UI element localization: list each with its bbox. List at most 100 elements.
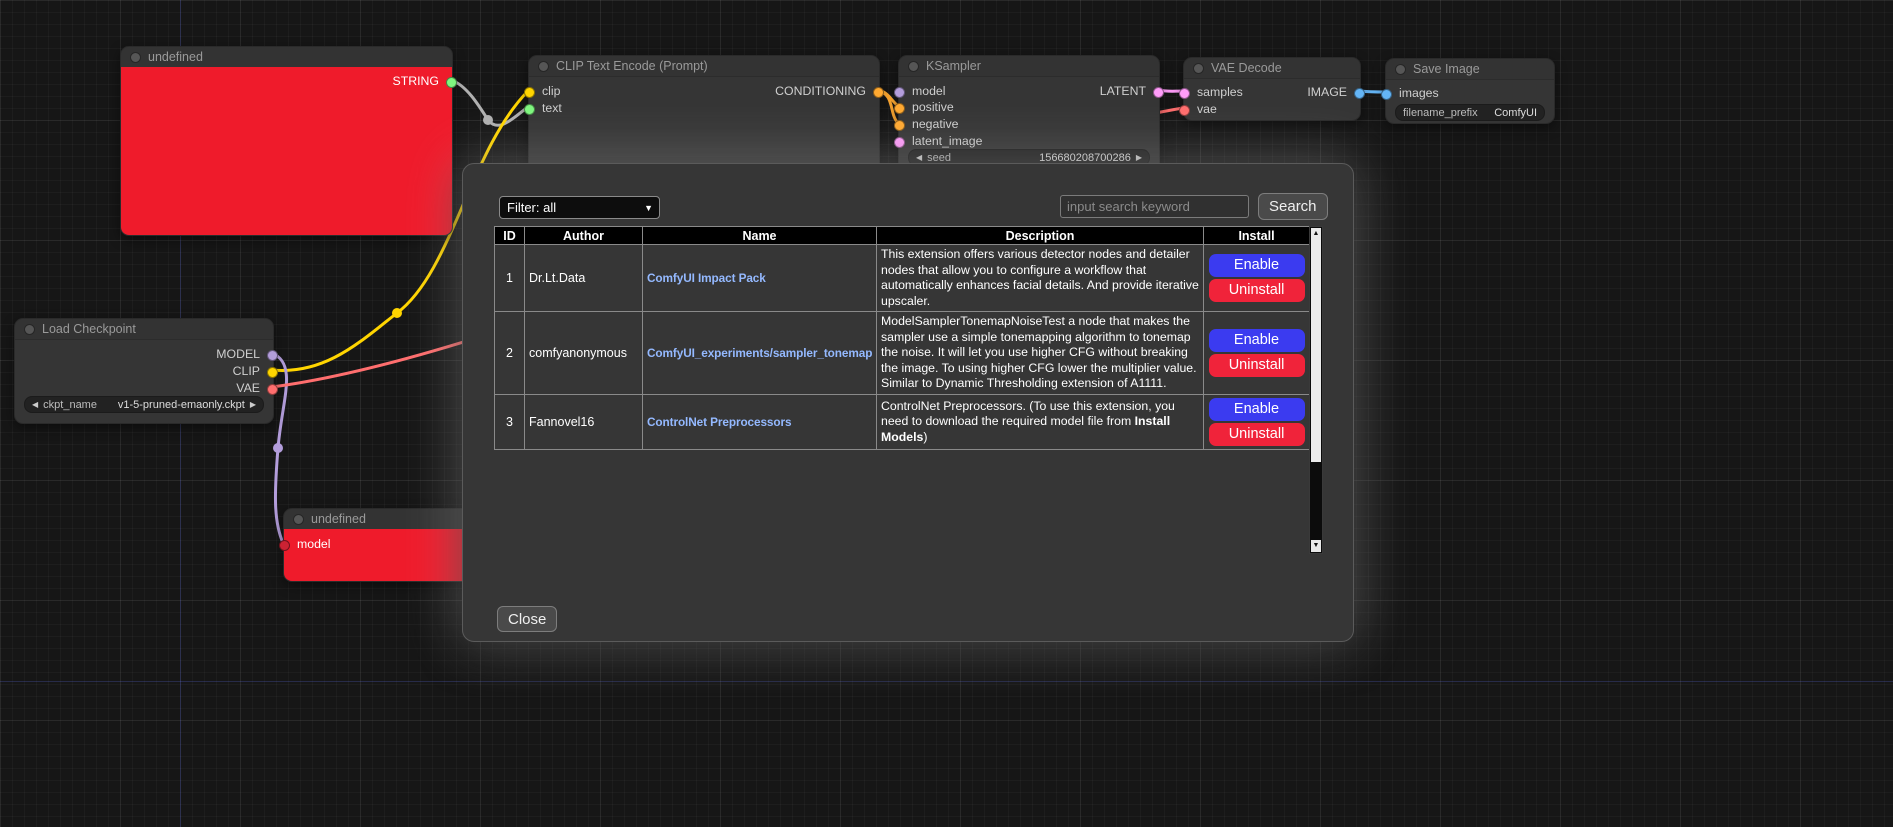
- output-dot-model[interactable]: [267, 350, 278, 361]
- cell-author: Dr.Lt.Data: [525, 245, 643, 312]
- slot-label: VAE: [236, 381, 260, 395]
- output-slot-latent: LATENT: [1100, 83, 1159, 99]
- cell-id: 1: [495, 245, 525, 312]
- input-dot-negative[interactable]: [894, 120, 905, 131]
- output-dot-image[interactable]: [1354, 88, 1365, 99]
- enable-button[interactable]: Enable: [1209, 329, 1305, 352]
- input-slot-model: model: [284, 536, 331, 552]
- input-slot-negative: negative: [899, 116, 959, 132]
- cell-name: ComfyUI Impact Pack: [643, 245, 877, 312]
- node-vae-decode[interactable]: VAE Decode samples vae IMAGE: [1183, 57, 1361, 121]
- table-scrollbar[interactable]: ▲ ▼: [1309, 226, 1323, 554]
- node-title-bar[interactable]: VAE Decode: [1184, 58, 1360, 79]
- search-input[interactable]: [1060, 195, 1249, 218]
- wire-midpoint-dot[interactable]: [392, 308, 402, 318]
- collapse-dot-icon[interactable]: [293, 514, 304, 525]
- node-save-image[interactable]: Save Image images filename_prefix ComfyU…: [1385, 58, 1555, 124]
- node-load-checkpoint[interactable]: Load Checkpoint MODEL CLIP VAE ◀ ckpt_na…: [14, 318, 274, 424]
- scroll-up-icon[interactable]: ▲: [1311, 228, 1321, 240]
- search-button[interactable]: Search: [1258, 193, 1328, 220]
- extension-link[interactable]: ComfyUI_experiments/sampler_tonemap: [647, 346, 872, 360]
- input-slot-latent-image: latent_image: [899, 133, 982, 149]
- node-undefined-top[interactable]: undefined STRING: [120, 46, 453, 236]
- node-title-bar[interactable]: Save Image: [1386, 59, 1554, 80]
- node-title-bar[interactable]: CLIP Text Encode (Prompt): [529, 56, 879, 77]
- slot-label: latent_image: [912, 134, 982, 148]
- enable-button[interactable]: Enable: [1209, 254, 1305, 277]
- output-dot-vae[interactable]: [267, 384, 278, 395]
- node-title-bar[interactable]: undefined: [121, 47, 452, 68]
- slot-label: images: [1399, 86, 1439, 100]
- canvas-origin-horizontal-line: [0, 681, 1893, 682]
- collapse-dot-icon[interactable]: [1395, 64, 1406, 75]
- previous-icon[interactable]: ◀: [32, 397, 38, 412]
- extension-link[interactable]: ComfyUI Impact Pack: [647, 271, 766, 285]
- slot-label: CLIP: [233, 364, 260, 378]
- output-dot-latent[interactable]: [1153, 87, 1164, 98]
- uninstall-button[interactable]: Uninstall: [1209, 423, 1305, 446]
- output-slot-clip: CLIP: [233, 363, 273, 379]
- slot-label: samples: [1197, 85, 1243, 99]
- input-dot-samples[interactable]: [1179, 88, 1190, 99]
- slot-label: clip: [542, 84, 560, 98]
- wire-midpoint-dot[interactable]: [483, 115, 493, 125]
- next-icon[interactable]: ▶: [250, 397, 256, 412]
- cell-description: This extension offers various detector n…: [877, 245, 1204, 312]
- cell-install: EnableUninstall: [1204, 245, 1310, 312]
- input-slot-text: text: [529, 100, 562, 116]
- collapse-dot-icon[interactable]: [538, 61, 549, 72]
- custom-nodes-manager-dialog: Filter: all ▼ Search ID Author Name Desc…: [462, 163, 1354, 642]
- input-slot-clip: clip: [529, 83, 560, 99]
- input-slot-model: model: [899, 83, 946, 99]
- uninstall-button[interactable]: Uninstall: [1209, 279, 1305, 302]
- input-dot-clip[interactable]: [524, 87, 535, 98]
- output-dot-clip[interactable]: [267, 367, 278, 378]
- input-dot-positive[interactable]: [894, 103, 905, 114]
- enable-button[interactable]: Enable: [1209, 398, 1305, 421]
- filename-prefix-widget[interactable]: filename_prefix ComfyUI: [1395, 104, 1545, 121]
- cell-install: EnableUninstall: [1204, 312, 1310, 395]
- node-title: KSampler: [926, 59, 981, 73]
- ckpt-name-widget[interactable]: ◀ ckpt_name v1-5-pruned-emaonly.ckpt ▶: [24, 396, 264, 413]
- scroll-down-icon[interactable]: ▼: [1311, 540, 1321, 552]
- node-undefined-bottom[interactable]: undefined model: [283, 508, 485, 582]
- output-dot-conditioning[interactable]: [873, 87, 884, 98]
- filter-select[interactable]: Filter: all: [499, 196, 660, 219]
- input-dot-model[interactable]: [279, 540, 290, 551]
- node-title-bar[interactable]: Load Checkpoint: [15, 319, 273, 340]
- close-button[interactable]: Close: [497, 606, 557, 632]
- node-title-bar[interactable]: KSampler: [899, 56, 1159, 77]
- filter-select-wrap: Filter: all ▼: [499, 196, 660, 219]
- widget-label: seed: [927, 152, 951, 164]
- input-dot-model[interactable]: [894, 87, 905, 98]
- node-title-bar[interactable]: undefined: [284, 509, 484, 530]
- collapse-dot-icon[interactable]: [1193, 63, 1204, 74]
- slot-label: model: [297, 537, 331, 551]
- collapse-dot-icon[interactable]: [908, 61, 919, 72]
- cell-install: EnableUninstall: [1204, 394, 1310, 450]
- scrollbar-thumb[interactable]: [1311, 240, 1321, 462]
- uninstall-button[interactable]: Uninstall: [1209, 354, 1305, 377]
- wire-midpoint-dot[interactable]: [273, 443, 283, 453]
- widget-value: 156680208700286: [1039, 152, 1131, 164]
- input-dot-text[interactable]: [524, 104, 535, 115]
- node-title: Load Checkpoint: [42, 322, 136, 336]
- slot-label: text: [542, 101, 562, 115]
- cell-id: 3: [495, 394, 525, 450]
- input-dot-vae[interactable]: [1179, 105, 1190, 116]
- cell-name: ComfyUI_experiments/sampler_tonemap: [643, 312, 877, 395]
- collapse-dot-icon[interactable]: [130, 52, 141, 63]
- slot-label: LATENT: [1100, 84, 1146, 98]
- header-name: Name: [643, 227, 877, 245]
- output-dot-string[interactable]: [446, 77, 457, 88]
- input-dot-latent-image[interactable]: [894, 137, 905, 148]
- output-slot-string: STRING: [393, 73, 452, 89]
- cell-description: ControlNet Preprocessors. (To use this e…: [877, 394, 1204, 450]
- slot-label: negative: [912, 117, 959, 131]
- extensions-table-zone: ID Author Name Description Install 1Dr.L…: [494, 226, 1323, 554]
- input-dot-images[interactable]: [1381, 89, 1392, 100]
- cell-description: ModelSamplerTonemapNoiseTest a node that…: [877, 312, 1204, 395]
- slot-label: IMAGE: [1307, 85, 1347, 99]
- extension-link[interactable]: ControlNet Preprocessors: [647, 415, 791, 429]
- collapse-dot-icon[interactable]: [24, 324, 35, 335]
